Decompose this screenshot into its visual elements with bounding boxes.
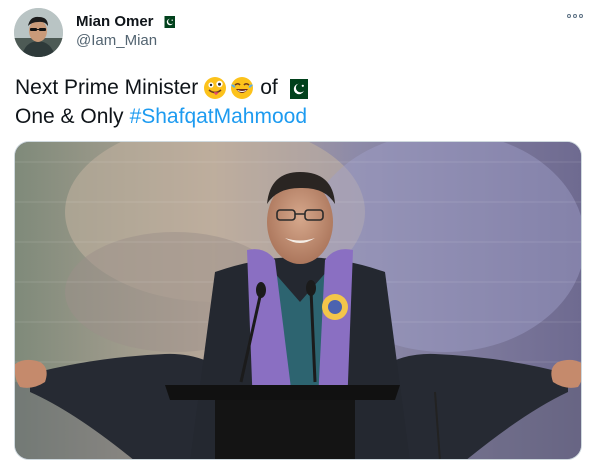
more-dot-icon [567,14,571,18]
avatar[interactable] [14,8,63,57]
tweet-photo[interactable] [14,141,582,460]
face-with-tears-of-joy-emoji [230,76,254,100]
author-row: Mian Omer [76,11,175,31]
tweet-line-1-text: Next Prime Minister [15,76,199,99]
tweet-line-2: One & Only #ShafqatMahmood [15,102,308,131]
tweet-line-2-text: One & Only [15,105,124,128]
author-name[interactable]: Mian Omer [76,13,154,30]
hashtag-link[interactable]: #ShafqatMahmood [130,102,307,131]
more-options-icon[interactable] [567,14,583,18]
pakistan-flag-icon [160,15,175,28]
more-dot-icon [579,14,583,18]
more-dot-icon [573,14,577,18]
author-handle[interactable]: @Iam_Mian [76,32,157,49]
tweet-line-1: Next Prime Minister of [15,73,308,102]
winking-face-with-tongue-emoji [203,76,227,100]
tweet-line-1-suffix: of [260,76,278,99]
tweet-text: Next Prime Minister of One & Only #Shafq… [15,73,308,131]
tweet-card[interactable]: Mian Omer @Iam_Mian Next Prime Minister [0,0,600,468]
pakistan-flag-icon [283,78,308,99]
